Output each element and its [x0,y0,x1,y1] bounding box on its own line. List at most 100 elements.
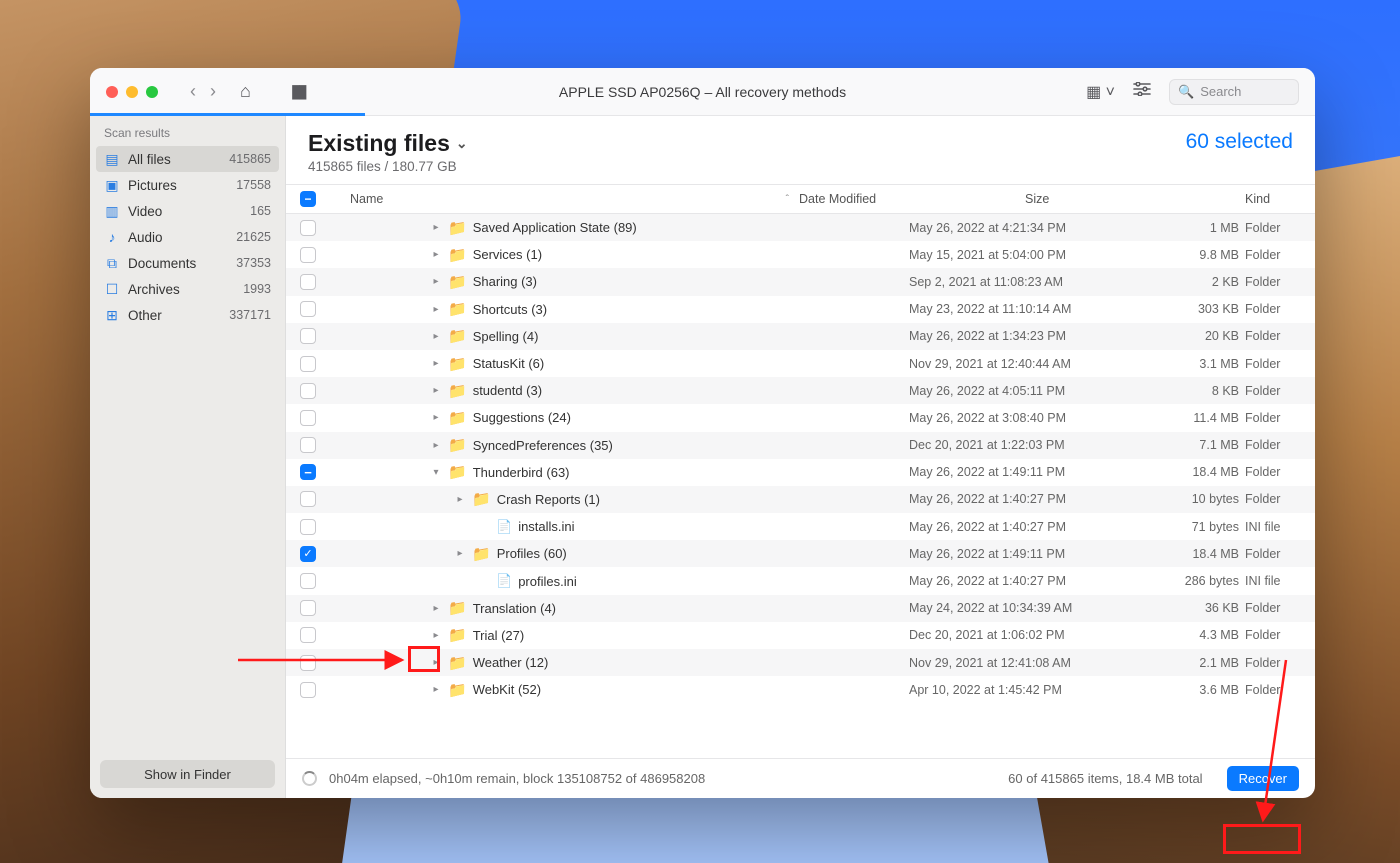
disclosure-icon[interactable]: ▸ [430,440,442,451]
disclosure-icon[interactable]: ▸ [454,494,466,505]
row-checkbox[interactable] [300,274,316,290]
file-list[interactable]: ▸📁Saved Application State (89)May 26, 20… [286,214,1315,758]
disclosure-icon[interactable]: ▸ [430,657,442,668]
row-size: 286 bytes [1135,574,1245,588]
table-row[interactable]: 📄profiles.iniMay 26, 2022 at 1:40:27 PM2… [286,567,1315,594]
disclosure-icon[interactable]: ▾ [430,467,442,478]
row-checkbox[interactable] [300,600,316,616]
row-checkbox[interactable] [300,519,316,535]
sidebar-item-pictures[interactable]: ▣Pictures17558 [90,172,285,198]
row-date: Dec 20, 2021 at 1:06:02 PM [909,628,1135,642]
row-date: May 15, 2021 at 5:04:00 PM [909,248,1135,262]
maximize-button[interactable] [146,86,158,98]
disclosure-icon[interactable]: ▸ [430,249,442,260]
table-row[interactable]: ▸📁Saved Application State (89)May 26, 20… [286,214,1315,241]
row-checkbox[interactable] [300,627,316,643]
row-checkbox[interactable] [300,301,316,317]
minimize-button[interactable] [126,86,138,98]
disclosure-icon[interactable]: ▸ [430,630,442,641]
row-checkbox[interactable]: ✓ [300,546,316,562]
row-checkbox[interactable] [300,682,316,698]
pause-icon[interactable]: ▮▮ [285,81,311,102]
table-row[interactable]: ▸📁Spelling (4)May 26, 2022 at 1:34:23 PM… [286,323,1315,350]
column-size[interactable]: Size [1025,192,1135,206]
selection-count[interactable]: 60 selected [1186,130,1293,154]
table-row[interactable]: ▸📁Crash Reports (1)May 26, 2022 at 1:40:… [286,486,1315,513]
view-mode-button[interactable]: ▦ ˅ [1086,82,1115,102]
sidebar-item-label: All files [128,152,171,167]
row-date: May 26, 2022 at 1:40:27 PM [909,492,1135,506]
row-date: May 26, 2022 at 1:40:27 PM [909,574,1135,588]
sidebar-item-all-files[interactable]: ▤All files415865 [96,146,279,172]
table-row[interactable]: 📄installs.iniMay 26, 2022 at 1:40:27 PM7… [286,513,1315,540]
table-row[interactable]: ▸📁Trial (27)Dec 20, 2021 at 1:06:02 PM4.… [286,622,1315,649]
row-date: May 26, 2022 at 1:40:27 PM [909,520,1135,534]
sidebar-item-video[interactable]: ▥Video165 [90,198,285,224]
table-row[interactable]: ▸📁Sharing (3)Sep 2, 2021 at 11:08:23 AM2… [286,268,1315,295]
disclosure-icon[interactable]: ▸ [430,603,442,614]
recover-button[interactable]: Recover [1227,766,1299,791]
disclosure-icon[interactable]: ▸ [430,331,442,342]
disclosure-icon[interactable]: ▸ [430,385,442,396]
table-row[interactable]: ▸📁StatusKit (6)Nov 29, 2021 at 12:40:44 … [286,350,1315,377]
show-in-finder-button[interactable]: Show in Finder [100,760,275,788]
sidebar-item-archives[interactable]: ☐Archives1993 [90,276,285,302]
row-name: WebKit (52) [473,682,541,697]
folder-icon: 📁 [448,273,467,291]
disclosure-icon[interactable]: ▸ [430,222,442,233]
sidebar-item-documents[interactable]: ⧉Documents37353 [90,250,285,276]
row-kind: Folder [1245,465,1315,479]
row-name: Spelling (4) [473,329,539,344]
select-all-checkbox[interactable]: − [300,191,316,207]
back-button[interactable]: ‹ [186,79,200,104]
row-checkbox[interactable] [300,437,316,453]
table-row[interactable]: ▸📁Shortcuts (3)May 23, 2022 at 11:10:14 … [286,296,1315,323]
filter-button[interactable] [1133,82,1151,101]
sidebar-item-other[interactable]: ⊞Other337171 [90,302,285,328]
disclosure-icon[interactable]: ▸ [430,358,442,369]
table-row[interactable]: ▸📁Translation (4)May 24, 2022 at 10:34:3… [286,595,1315,622]
table-row[interactable]: ▸📁WebKit (52)Apr 10, 2022 at 1:45:42 PM3… [286,676,1315,703]
column-kind[interactable]: Kind [1245,192,1315,206]
table-row[interactable]: ✓▸📁Profiles (60)May 26, 2022 at 1:49:11 … [286,540,1315,567]
row-checkbox[interactable] [300,655,316,671]
row-checkbox[interactable] [300,383,316,399]
table-row[interactable]: ▸📁Services (1)May 15, 2021 at 5:04:00 PM… [286,241,1315,268]
row-checkbox[interactable] [300,573,316,589]
row-checkbox[interactable] [300,220,316,236]
disclosure-icon[interactable]: ▸ [430,412,442,423]
row-checkbox[interactable] [300,247,316,263]
table-row[interactable]: ▸📁Suggestions (24)May 26, 2022 at 3:08:4… [286,404,1315,431]
sidebar-item-audio[interactable]: ♪Audio21625 [90,224,285,250]
row-date: Sep 2, 2021 at 11:08:23 AM [909,275,1135,289]
home-icon[interactable]: ⌂ [234,81,257,102]
column-date[interactable]: Date Modified [799,192,1025,206]
disclosure-icon[interactable]: ▸ [430,276,442,287]
row-date: May 26, 2022 at 1:49:11 PM [909,547,1135,561]
sidebar-item-label: Video [128,204,162,219]
row-checkbox[interactable] [300,410,316,426]
disclosure-icon[interactable]: ▸ [430,684,442,695]
row-name: installs.ini [518,519,574,534]
row-name: profiles.ini [518,574,577,589]
page-title[interactable]: Existing files ⌄ [308,130,468,157]
folder-icon: 📁 [448,409,467,427]
search-input[interactable]: 🔍 Search [1169,79,1299,105]
disclosure-icon[interactable]: ▸ [454,548,466,559]
row-kind: Folder [1245,384,1315,398]
table-row[interactable]: ▸📁Weather (12)Nov 29, 2021 at 12:41:08 A… [286,649,1315,676]
sidebar-item-label: Audio [128,230,163,245]
disclosure-icon[interactable]: ▸ [430,304,442,315]
table-row[interactable]: −▾📁Thunderbird (63)May 26, 2022 at 1:49:… [286,459,1315,486]
table-row[interactable]: ▸📁studentd (3)May 26, 2022 at 4:05:11 PM… [286,377,1315,404]
table-row[interactable]: ▸📁SyncedPreferences (35)Dec 20, 2021 at … [286,432,1315,459]
close-button[interactable] [106,86,118,98]
row-checkbox[interactable] [300,328,316,344]
row-checkbox[interactable] [300,491,316,507]
row-checkbox[interactable] [300,356,316,372]
column-name[interactable]: Nameˆ [330,192,799,206]
row-checkbox[interactable]: − [300,464,316,480]
sidebar-header: Scan results [90,116,285,146]
forward-button[interactable]: › [206,79,220,104]
folder-icon: 📁 [448,436,467,454]
